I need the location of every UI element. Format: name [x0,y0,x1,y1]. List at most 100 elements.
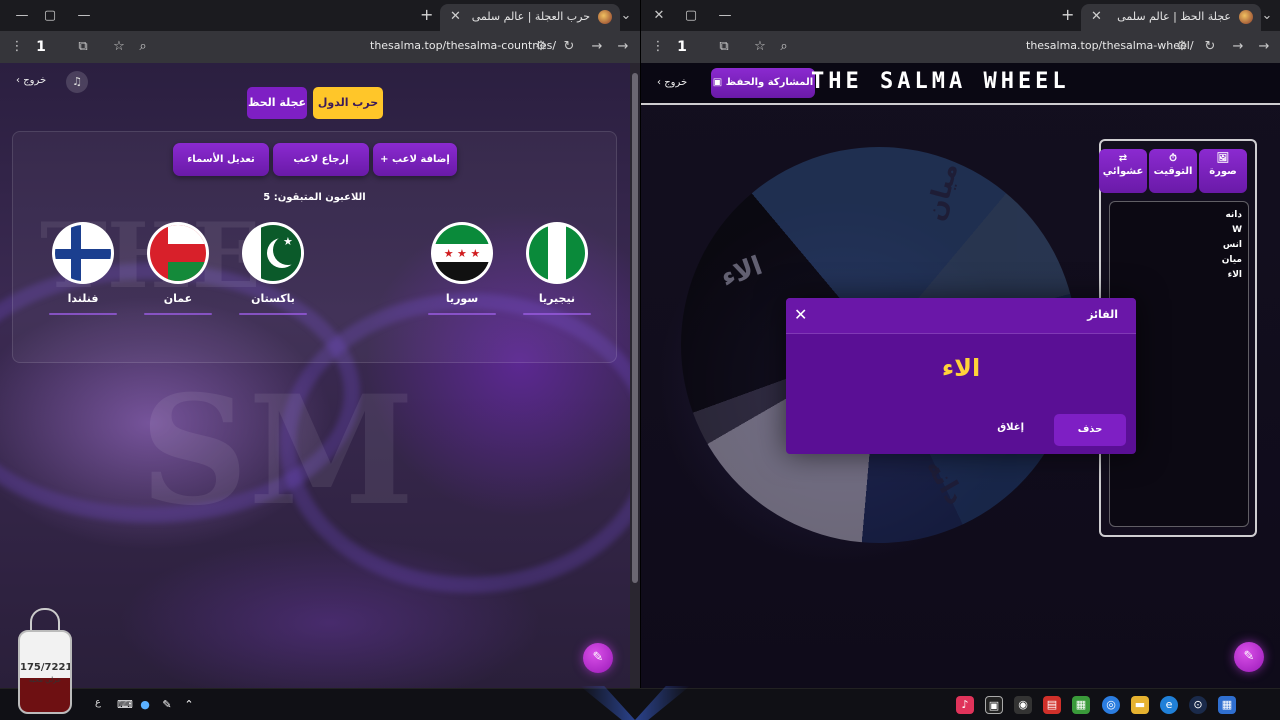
tab-wheel[interactable]: ✕ عجلة الحظ | عالم سلمى [1081,4,1261,31]
star-icon[interactable]: ☆ [751,38,769,56]
star-icon[interactable]: ☆ [110,38,128,56]
app-icon[interactable]: ▤ [1043,696,1061,714]
random-button[interactable]: ⇄ عشوائي [1099,149,1147,193]
players-panel: + إضافة لاعب إرجاع لاعب تعديل الأسماء ال… [12,131,617,363]
country-card-pakistan[interactable]: ★ باكستان [236,222,310,315]
extensions-icon[interactable]: ⧉ [74,38,92,56]
steam-icon[interactable]: ⊙ [1189,696,1207,714]
exit-link[interactable]: ‹ خروج [16,75,46,86]
zoom-icon[interactable]: ⌕ [775,38,793,56]
delete-button[interactable]: حذف [1054,414,1126,446]
close-button[interactable]: إغلاق [997,422,1024,433]
country-card-oman[interactable]: عمان [141,222,215,315]
timer-button[interactable]: ⏱ التوقيت [1149,149,1197,193]
photos-icon[interactable]: ▦ [1072,696,1090,714]
country-name: عمان [163,292,193,305]
tab-search-icon[interactable]: ⌄ [1257,6,1277,26]
reload-icon[interactable]: ↻ [1201,38,1219,56]
profile-icon[interactable]: 1 [32,38,50,56]
name-entry: الاء [1227,270,1242,280]
close-window-icon[interactable]: ✕ [649,6,669,26]
url-text[interactable]: thesalma.top/thesalma-wheel/ [1026,39,1194,52]
url-text[interactable]: thesalma.top/thesalma-countries/ [370,39,556,52]
store-icon[interactable]: ▦ [1218,696,1236,714]
fab-action-button[interactable]: ✎ [583,643,613,673]
name-entry: ميان [1221,255,1242,265]
country-card-nigeria[interactable]: نيجيريا [520,222,594,315]
forward-icon[interactable]: → [588,38,606,56]
site-settings-icon[interactable]: ⚙ [532,38,550,56]
minimize-icon[interactable]: — [12,6,32,26]
keyboard-icon[interactable]: ⌨ [116,696,134,714]
fab-action-button[interactable]: ✎ [1234,642,1264,672]
close-tab-icon[interactable]: ✕ [1091,9,1102,24]
close-tab-icon[interactable]: ✕ [450,9,461,24]
tab-countries[interactable]: ✕ حرب العجلة | عالم سلمى [440,4,620,31]
forward-icon[interactable]: → [1229,38,1247,56]
name-entry: W [1232,225,1242,235]
minimize-icon[interactable]: — [715,6,735,26]
tab-strip: ✕ ▢ — + ✕ عجلة الحظ | عالم سلمى ⌄ [641,0,1280,31]
address-bar: ⋮ 1 ⧉ ☆ ⌕ thesalma.top/thesalma-countrie… [0,31,640,63]
language-indicator[interactable]: ع [95,697,101,708]
winner-modal: ✕ الفائز الاء حذف إغلاق [786,298,1136,454]
close-icon[interactable]: ✕ [794,305,807,324]
add-player-button[interactable]: + إضافة لاعب [373,143,457,176]
share-save-button[interactable]: ▣ المشاركة والحفظ [711,68,815,98]
edit-names-button[interactable]: تعديل الأسماء [173,143,269,176]
brand-logo: THE SALMA WHEEL [811,69,1070,94]
menu-icon[interactable]: ⋮ [8,38,26,56]
chevron-up-icon[interactable]: ⌃ [180,696,198,714]
remaining-count: اللاعبون المتبقون: 5 [263,192,366,203]
maximize-icon[interactable]: ▢ [681,6,701,26]
folder-icon[interactable]: ▬ [1131,696,1149,714]
profile-icon[interactable]: 1 [673,38,691,56]
menu-icon[interactable]: ⋮ [649,38,667,56]
tab-search-icon[interactable]: ⌄ [616,6,636,26]
image-button[interactable]: 🖼 صورة [1199,149,1247,193]
restore-player-button[interactable]: إرجاع لاعب [273,143,369,176]
widget-count: 175/7221 [20,662,72,673]
new-tab-icon[interactable]: + [420,5,433,24]
tiktok-icon[interactable]: ♪ [956,696,974,714]
wallpaper-logo [580,686,690,720]
country-name: نيجيريا [538,292,576,305]
finland-flag-icon [52,222,114,284]
scrollbar[interactable] [630,63,640,688]
zoom-icon[interactable]: ⌕ [134,38,152,56]
back-icon[interactable]: → [1255,38,1273,56]
music-icon[interactable]: ♫ [66,71,88,93]
back-icon[interactable]: → [614,38,632,56]
countries-war-button[interactable]: حرب الدول [313,87,383,119]
chrome-icon[interactable]: ◎ [1102,696,1120,714]
country-name: سوريا [445,292,479,305]
country-card-syria[interactable]: ★ ★ ★ سوريا [425,222,499,315]
capcut-icon[interactable]: ▣ [985,696,1003,714]
pen-icon[interactable]: ✎ [158,696,176,714]
reload-icon[interactable]: ↻ [560,38,578,56]
obs-icon[interactable]: ◉ [1014,696,1032,714]
extensions-icon[interactable]: ⧉ [715,38,733,56]
name-entry: دانه [1225,210,1242,220]
nigeria-flag-icon [526,222,588,284]
edge-icon[interactable]: e [1160,696,1178,714]
exit-link[interactable]: ‹ خروج [657,77,687,88]
favicon-icon [598,10,612,24]
mic-icon[interactable]: ● [136,696,154,714]
browser-window-countries: — ▢ — + ✕ حرب العجلة | عالم سلمى ⌄ ⋮ 1 ⧉… [0,0,640,688]
browser-window-wheel: ✕ ▢ — + ✕ عجلة الحظ | عالم سلمى ⌄ ⋮ 1 ⧉ … [640,0,1280,688]
site-header: ‹ خروج ▣ المشاركة والحفظ THE SALMA WHEEL [641,63,1280,105]
modal-title: الفائز [1087,308,1118,321]
syria-flag-icon: ★ ★ ★ [431,222,493,284]
new-tab-icon[interactable]: + [1061,5,1074,24]
site-settings-icon[interactable]: ⚙ [1173,38,1191,56]
tab-title: حرب العجلة | عالم سلمى [471,10,590,23]
winner-name: الاء [941,354,981,382]
maximize-icon[interactable]: ▢ [40,6,60,26]
favicon-icon [1239,10,1253,24]
country-card-finland[interactable]: فنلندا [46,222,120,315]
luck-wheel-button[interactable]: عجلة الحظ [247,87,307,119]
close-window-icon[interactable]: — [74,6,94,26]
page-countries: THE SM ♫ ‹ خروج حرب الدول عجلة الحظ + إض… [0,63,640,688]
country-name: فنلندا [67,292,99,305]
